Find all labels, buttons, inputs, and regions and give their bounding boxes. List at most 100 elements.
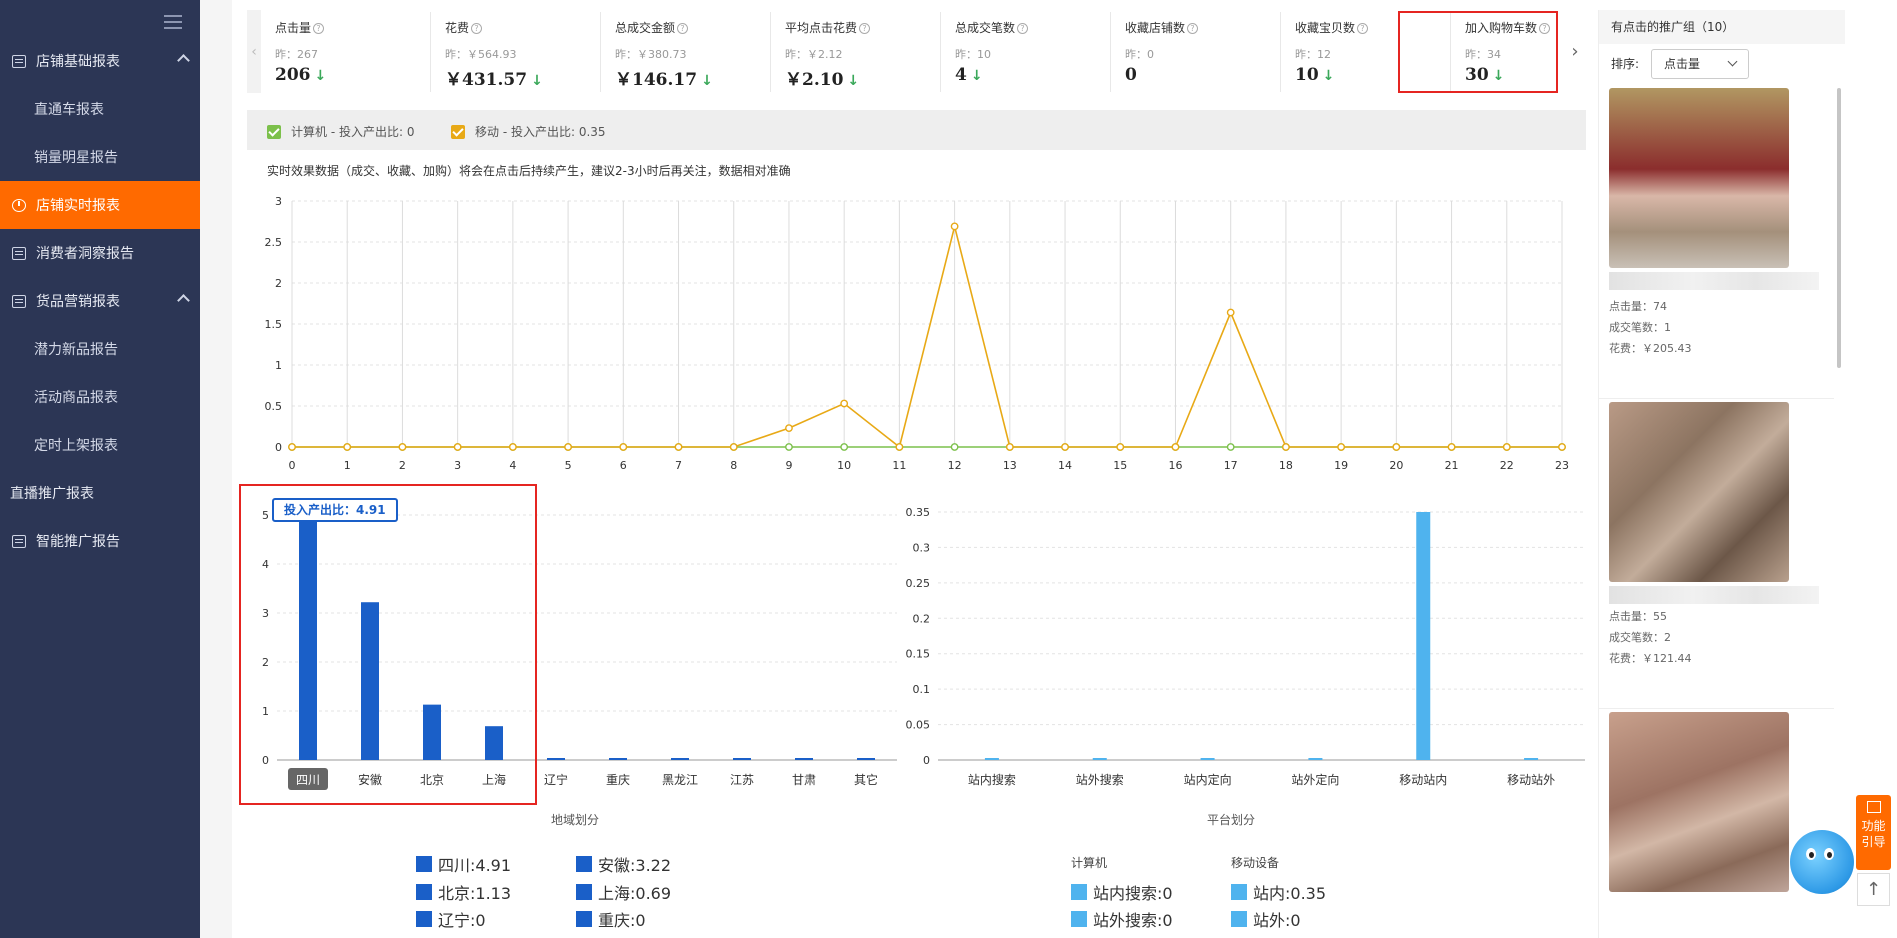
data-point[interactable] (453, 443, 462, 451)
product-thumbnail[interactable] (1609, 402, 1789, 582)
region-legend-item[interactable]: 上海:0.69 (576, 880, 671, 904)
data-point[interactable] (564, 443, 572, 451)
data-point[interactable] (950, 443, 959, 451)
metrics-next-icon[interactable]: › (1568, 10, 1582, 93)
data-point[interactable] (785, 424, 793, 433)
x-tick-label: 其它 (854, 772, 878, 787)
metric-card[interactable]: 总成交金额? 昨：￥380.73 ￥146.17 ↓ (601, 12, 771, 92)
platform-legend-item[interactable]: 站内搜索:0 (1071, 880, 1173, 904)
metric-value: ￥431.57 ↓ (445, 70, 543, 90)
bar[interactable] (1200, 758, 1215, 760)
card-clicks: 点击量：55 (1609, 610, 1667, 623)
collapse-menu-icon[interactable] (164, 15, 182, 29)
sidebar-item[interactable]: 活动商品报表 (0, 373, 200, 421)
data-point[interactable] (398, 443, 407, 451)
region-legend-item[interactable]: 北京:1.13 (416, 880, 511, 904)
platform-legend-item[interactable]: 站内:0.35 (1231, 880, 1326, 904)
assistant-mascot-icon[interactable] (1790, 830, 1854, 894)
metric-card[interactable]: 收藏店铺数? 昨：0 0 (1111, 12, 1281, 92)
sidebar-item[interactable]: 店铺实时报表 (0, 181, 200, 229)
sidebar-item[interactable]: 店铺基础报表 (0, 37, 200, 85)
bar[interactable] (671, 758, 689, 760)
sidebar-item[interactable]: 直播推广报表 (0, 469, 200, 517)
arrow-down-icon: ↓ (701, 73, 713, 89)
data-point[interactable] (785, 443, 793, 451)
bar[interactable] (733, 758, 751, 760)
bar[interactable] (1416, 512, 1431, 760)
bar[interactable] (547, 758, 565, 760)
right-panel-scrollbar[interactable] (1837, 88, 1841, 368)
x-tick-label: 22 (1500, 459, 1514, 472)
bar[interactable] (984, 758, 999, 760)
legend-label: 北京:1.13 (438, 884, 512, 903)
data-point[interactable] (619, 443, 628, 451)
data-point[interactable] (950, 222, 959, 231)
data-point[interactable] (1226, 443, 1235, 451)
bar[interactable] (795, 758, 813, 760)
data-point[interactable] (1061, 443, 1069, 451)
sidebar-item[interactable]: 货品营销报表 (0, 277, 200, 325)
data-point[interactable] (1337, 443, 1346, 451)
legend-mobile[interactable]: 移动 - 投入产出比: 0.35 (451, 123, 606, 140)
checkbox-mobile[interactable] (451, 124, 465, 139)
data-point[interactable] (508, 443, 517, 451)
data-point[interactable] (343, 443, 352, 451)
metric-card[interactable]: 总成交笔数? 昨：10 4 ↓ (941, 12, 1111, 92)
region-legend-item[interactable]: 辽宁:0 (416, 907, 486, 931)
data-point[interactable] (1116, 443, 1125, 451)
bar[interactable] (1524, 758, 1539, 760)
region-legend-item[interactable]: 安徽:3.22 (576, 852, 671, 876)
help-icon[interactable]: ? (1187, 23, 1199, 34)
data-point[interactable] (840, 399, 849, 408)
product-thumbnail[interactable] (1609, 712, 1789, 892)
metric-card[interactable]: 花费? 昨：￥564.93 ￥431.57 ↓ (431, 12, 601, 92)
legend-pc-label: 计算机 - 投入产出比: 0 (291, 125, 415, 139)
legend-pc[interactable]: 计算机 - 投入产出比: 0 (267, 123, 414, 140)
sidebar-item[interactable]: 消费者洞察报告 (0, 229, 200, 277)
help-icon[interactable]: ? (1017, 23, 1029, 34)
metric-name: 花费? (445, 19, 600, 36)
checkbox-pc[interactable] (267, 124, 281, 139)
region-legend-item[interactable]: 四川:4.91 (416, 852, 511, 876)
sidebar-item[interactable]: 销量明星报告 (0, 133, 200, 181)
back-to-top-button[interactable]: ↑ (1857, 873, 1890, 906)
platform-legend-item[interactable]: 站外:0 (1231, 907, 1301, 931)
data-point[interactable] (1447, 443, 1456, 451)
metric-card[interactable]: 平均点击花费? 昨：￥2.12 ￥2.10 ↓ (771, 12, 941, 92)
metric-card[interactable]: 点击量? 昨：267 206 ↓ (261, 12, 431, 92)
feature-guide-button[interactable]: 功能 引导 (1856, 795, 1891, 870)
sidebar-item[interactable]: 智能推广报告 (0, 517, 200, 565)
bar[interactable] (609, 758, 627, 760)
help-icon[interactable]: ? (677, 23, 689, 34)
sidebar-item[interactable]: 直通车报表 (0, 85, 200, 133)
adgroup-card[interactable]: 点击量：55 成交笔数：2 花费：￥121.44 (1609, 402, 1831, 666)
adgroup-card[interactable]: 点击量：74 成交笔数：1 花费：￥205.43 (1609, 88, 1831, 356)
help-icon[interactable]: ? (471, 23, 483, 34)
data-point[interactable] (1226, 308, 1235, 317)
help-icon[interactable]: ? (313, 23, 325, 34)
data-point[interactable] (840, 443, 849, 451)
data-point[interactable] (288, 443, 296, 451)
product-thumbnail[interactable] (1609, 88, 1789, 268)
data-point[interactable] (1558, 443, 1566, 451)
bar[interactable] (1308, 758, 1323, 760)
data-point[interactable] (1171, 443, 1180, 451)
data-point[interactable] (1392, 443, 1401, 451)
bar[interactable] (1092, 758, 1107, 760)
sidebar-item[interactable]: 潜力新品报告 (0, 325, 200, 373)
data-point[interactable] (729, 443, 738, 451)
data-point[interactable] (674, 443, 683, 451)
region-legend-item[interactable]: 重庆:0 (576, 907, 646, 931)
data-point[interactable] (895, 443, 904, 451)
help-icon[interactable]: ? (859, 23, 871, 34)
data-point[interactable] (1005, 443, 1014, 451)
y-tick-label: 2 (275, 277, 282, 290)
metrics-prev-icon[interactable]: ‹ (247, 10, 261, 93)
help-icon[interactable]: ? (1357, 23, 1369, 34)
sidebar-item[interactable]: 定时上架报表 (0, 421, 200, 469)
bar[interactable] (857, 758, 875, 760)
data-point[interactable] (1502, 443, 1511, 451)
sort-select[interactable]: 点击量 (1651, 49, 1749, 79)
platform-legend-item[interactable]: 站外搜索:0 (1071, 907, 1173, 931)
data-point[interactable] (1282, 443, 1290, 451)
